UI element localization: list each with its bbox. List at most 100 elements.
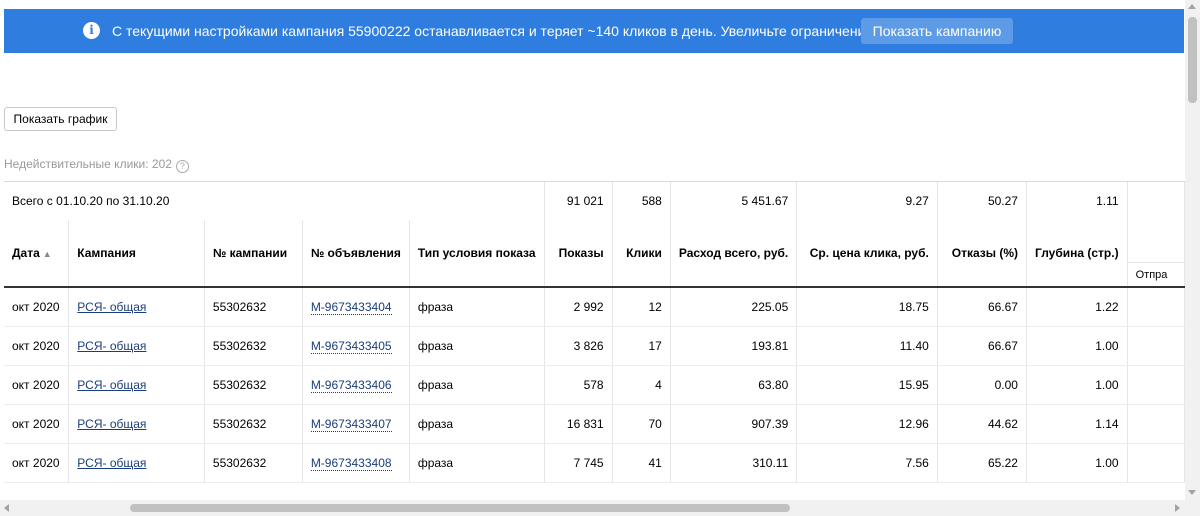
cell-spend: 193.81 [670,326,798,366]
header-clicks[interactable]: Клики [612,220,671,288]
cell-campaign-no: 55302632 [204,365,303,405]
cell-bounces: 65.22 [937,443,1027,483]
cell-campaign: РСЯ- общая [68,443,205,483]
ad-link[interactable]: M-9673433408 [310,456,392,471]
cell-ad-no: M-9673433405 [302,326,410,366]
vertical-scrollbar[interactable] [1185,0,1200,500]
invalid-clicks-info: Недействительные клики: 202? [4,156,189,173]
header-row: Дата ▲ Кампания № кампании № объявления Т… [4,220,1185,288]
scroll-up-arrow-icon[interactable] [1188,4,1196,9]
cell-spend: 907.39 [670,404,798,444]
cell-ad-no: M-9673433404 [302,287,410,327]
total-label: Всего с 01.10.20 по 31.10.20 [4,182,545,220]
vertical-scroll-thumb[interactable] [1188,17,1197,103]
stats-table-container[interactable]: Всего с 01.10.20 по 31.10.20 91 021 588 … [4,181,1185,501]
total-extra [1127,182,1185,220]
cell-impressions: 3 826 [544,326,613,366]
cell-spend: 310.11 [670,443,798,483]
cell-bounces: 66.67 [937,326,1027,366]
cell-condition-type: фраза [409,326,545,366]
cell-spend: 63.80 [670,365,798,405]
total-clicks: 588 [612,182,671,220]
total-avg-cpc: 9.27 [796,182,938,220]
header-date[interactable]: Дата ▲ [4,220,70,288]
cell-clicks: 17 [612,326,671,366]
cell-campaign-no: 55302632 [204,326,303,366]
cell-avg-cpc: 18.75 [796,287,938,327]
show-graph-button[interactable]: Показать график [4,107,117,131]
cell-ad-no: M-9673433407 [302,404,410,444]
cell-partial [4,482,1185,501]
cell-bounces: 0.00 [937,365,1027,405]
cell-depth: 1.14 [1026,404,1128,444]
cell-avg-cpc: 11.40 [796,326,938,366]
cell-date: окт 2020 [4,443,70,483]
table-row: окт 2020 РСЯ- общая 55302632 M-967343340… [4,365,1185,405]
cell-spend: 225.05 [670,287,798,327]
total-impressions: 91 021 [544,182,613,220]
cell-condition-type: фраза [409,365,545,405]
cell-ad-no: M-9673433406 [302,365,410,405]
help-icon[interactable]: ? [175,160,189,173]
cell-campaign: РСЯ- общая [68,287,205,327]
ad-link[interactable]: M-9673433406 [310,378,392,393]
info-icon: i [83,22,100,39]
horizontal-scroll-thumb[interactable] [130,504,790,512]
scroll-right-arrow-icon[interactable] [1175,504,1180,512]
ad-link[interactable]: M-9673433407 [310,417,392,432]
header-ad-no[interactable]: № объявления [302,220,410,288]
cell-impressions: 16 831 [544,404,613,444]
scroll-left-arrow-icon[interactable] [4,504,9,512]
cell-bounces: 44.62 [937,404,1027,444]
cell-avg-cpc: 7.56 [796,443,938,483]
header-bounces[interactable]: Отказы (%) [937,220,1027,288]
table-row: окт 2020 РСЯ- общая 55302632 M-967343340… [4,326,1185,366]
cell-depth: 1.00 [1026,326,1128,366]
header-spend[interactable]: Расход всего, руб. [670,220,798,288]
horizontal-scrollbar[interactable] [0,500,1200,516]
show-campaign-button[interactable]: Показать кампанию [861,18,1013,44]
cell-depth: 1.00 [1026,365,1128,405]
campaign-link[interactable]: РСЯ- общая [77,339,146,353]
banner-message: С текущими настройками кампания 55900222… [112,23,939,39]
cell-clicks: 12 [612,287,671,327]
cell-depth: 1.00 [1026,443,1128,483]
cell-campaign: РСЯ- общая [68,326,205,366]
table-row: окт 2020 РСЯ- общая 55302632 M-967343340… [4,287,1185,327]
cell-campaign-no: 55302632 [204,443,303,483]
cell-bounces: 66.67 [937,287,1027,327]
campaign-link[interactable]: РСЯ- общая [77,300,146,314]
campaign-link[interactable]: РСЯ- общая [77,378,146,392]
cell-date: окт 2020 [4,326,70,366]
header-depth[interactable]: Глубина (стр.) [1026,220,1128,288]
header-avg-cpc[interactable]: Ср. цена клика, руб. [796,220,938,288]
campaign-link[interactable]: РСЯ- общая [77,417,146,431]
cell-campaign: РСЯ- общая [68,404,205,444]
header-condition-type[interactable]: Тип условия показа [409,220,545,288]
ad-link[interactable]: M-9673433405 [310,339,392,354]
campaign-link[interactable]: РСЯ- общая [77,456,146,470]
cell-avg-cpc: 15.95 [796,365,938,405]
sort-up-icon: ▲ [42,249,52,259]
cell-ad-no: M-9673433408 [302,443,410,483]
cell-clicks: 70 [612,404,671,444]
header-campaign-no[interactable]: № кампании [204,220,303,288]
header-campaign[interactable]: Кампания [68,220,205,288]
cell-date: окт 2020 [4,365,70,405]
cell-clicks: 41 [612,443,671,483]
header-sub-partial[interactable]: Отпра [1127,262,1185,288]
cell-depth: 1.22 [1026,287,1128,327]
table-row: окт 2020 РСЯ- общая 55302632 M-967343340… [4,404,1185,444]
cell-clicks: 4 [612,365,671,405]
total-bounces: 50.27 [937,182,1027,220]
table-row-partial [4,482,1185,501]
header-impressions[interactable]: Показы [544,220,613,288]
scroll-down-arrow-icon[interactable] [1188,490,1196,495]
ad-link[interactable]: M-9673433404 [310,300,392,315]
cell-extra [1127,443,1185,483]
cell-impressions: 7 745 [544,443,613,483]
cell-extra [1127,365,1185,405]
cell-condition-type: фраза [409,443,545,483]
total-depth: 1.11 [1026,182,1128,220]
cell-impressions: 2 992 [544,287,613,327]
